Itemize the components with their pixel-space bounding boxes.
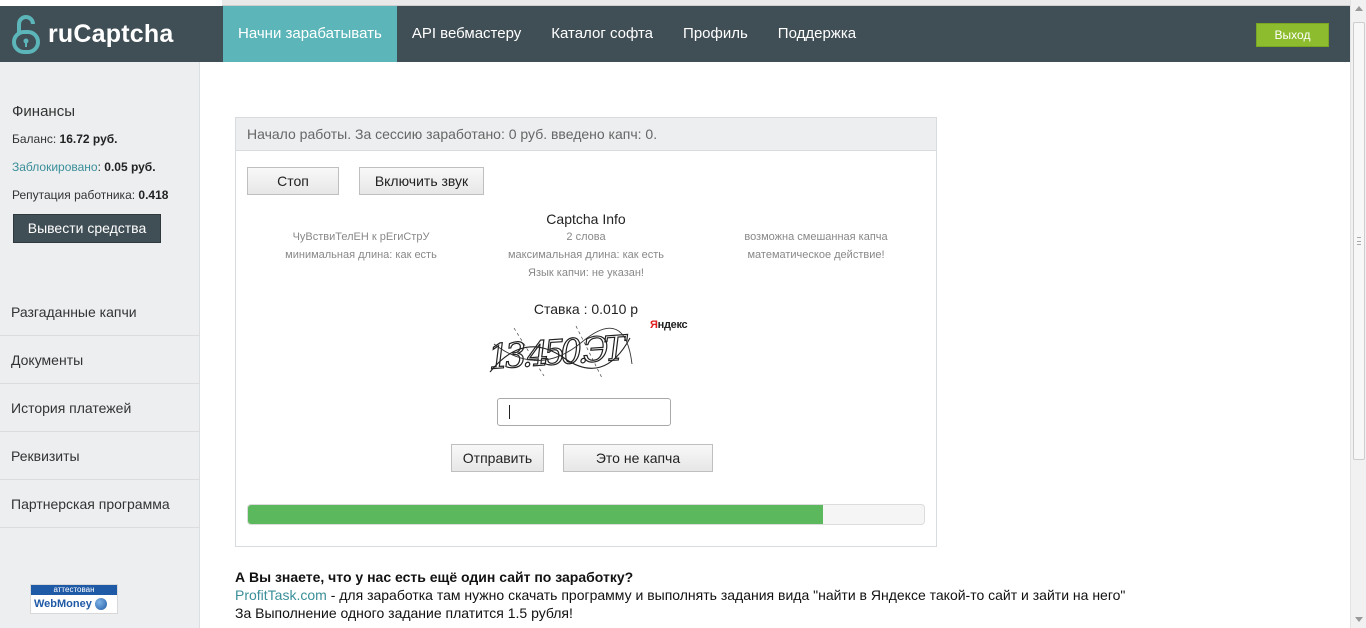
submit-button[interactable]: Отправить xyxy=(451,444,544,472)
timer-progress-fill xyxy=(248,505,823,524)
reputation-line: Репутация работника: 0.418 xyxy=(12,188,168,202)
webmoney-badge-top: аттестован xyxy=(31,585,117,595)
hints-right: возможна смешанная капча математическое … xyxy=(711,228,921,264)
sidebar-item-documents[interactable]: Документы xyxy=(0,336,200,384)
webmoney-badge[interactable]: аттестован WebMoney xyxy=(30,584,118,614)
timer-progress-bar xyxy=(247,504,925,525)
finance-title: Финансы xyxy=(12,103,75,120)
header: ruCaptcha Начни зарабатывать API вебмаст… xyxy=(0,6,1350,62)
captcha-info-title: Captcha Info xyxy=(546,211,626,227)
captcha-answer-input[interactable] xyxy=(497,398,671,426)
promo-line: ProfitTask.com - для заработка там нужно… xyxy=(235,586,1335,604)
scroll-grip-icon xyxy=(1357,237,1361,245)
hint-min-length: минимальная длина: как есть xyxy=(285,249,437,261)
sidebar-item-solved-captchas[interactable]: Разгаданные капчи xyxy=(0,288,200,336)
page-scrollbar[interactable] xyxy=(1350,0,1366,628)
sidebar-item-payment-history[interactable]: История платежей xyxy=(0,384,200,432)
hint-case-sensitive: ЧуВствиТелЕН к рЕгиСтрУ xyxy=(292,231,430,243)
nav-software-catalog[interactable]: Каталог софта xyxy=(536,6,668,62)
nav-start-earning[interactable]: Начни зарабатывать xyxy=(223,6,397,62)
logo[interactable]: ruCaptcha xyxy=(12,12,173,56)
balance-line: Баланс: 16.72 руб. xyxy=(12,132,118,146)
brand-name: ruCaptcha xyxy=(48,19,174,48)
enable-sound-button[interactable]: Включить звук xyxy=(359,167,484,195)
main-nav: Начни зарабатывать API вебмастеру Катало… xyxy=(223,6,871,62)
scroll-down-arrow-icon[interactable] xyxy=(1355,617,1363,622)
reputation-value: 0.418 xyxy=(138,188,169,202)
webmoney-badge-text: WebMoney xyxy=(34,598,92,610)
work-panel: Начало работы. За сессию заработано: 0 р… xyxy=(235,117,937,547)
reputation-label: Репутация работника: xyxy=(12,188,136,202)
hint-mixed: возможна смешанная капча xyxy=(744,231,888,243)
hint-language: Язык капчи: не указан! xyxy=(528,267,644,279)
open-padlock-icon xyxy=(12,15,40,54)
hint-two-words: 2 слова xyxy=(566,231,606,243)
captcha-image: 13.450.ЭТ xyxy=(486,325,633,378)
not-captcha-button[interactable]: Это не капча xyxy=(563,444,713,472)
session-status: Начало работы. За сессию заработано: 0 р… xyxy=(236,118,936,151)
profittask-link[interactable]: ProfitTask.com xyxy=(235,587,327,603)
stop-button[interactable]: Стоп xyxy=(247,167,339,195)
promo-text: - для заработка там нужно скачать програ… xyxy=(326,587,1126,603)
hint-math: математическое действие! xyxy=(747,249,885,261)
scroll-thumb[interactable] xyxy=(1353,22,1365,460)
sidebar-item-requisites[interactable]: Реквизиты xyxy=(0,432,200,480)
text-caret xyxy=(509,405,510,419)
rate-label: Ставка : 0.010 р xyxy=(533,301,639,317)
promo-text-2: За Выполнение одного задание платится 1.… xyxy=(235,605,573,621)
blocked-link[interactable]: Заблокировано xyxy=(12,160,98,174)
yandex-logo: Яндекс xyxy=(650,319,688,331)
sidebar: Финансы Баланс: 16.72 руб. Заблокировано… xyxy=(0,62,200,628)
balance-label: Баланс: xyxy=(12,132,57,146)
nav-api[interactable]: API вебмастеру xyxy=(397,6,536,62)
hints-left: ЧуВствиТелЕН к рЕгиСтрУ минимальная длин… xyxy=(256,228,466,264)
nav-profile[interactable]: Профиль xyxy=(668,6,763,62)
nav-support[interactable]: Поддержка xyxy=(763,6,871,62)
promo-title: А Вы знаете, что у нас есть ещё один сай… xyxy=(235,569,634,585)
hint-max-length: максимальная длина: как есть xyxy=(507,249,664,261)
sidebar-item-partner-program[interactable]: Партнерская программа xyxy=(0,480,200,528)
scroll-up-arrow-icon[interactable] xyxy=(1355,6,1363,11)
webmoney-globe-icon xyxy=(94,598,107,610)
balance-value: 16.72 руб. xyxy=(59,132,118,146)
logout-button[interactable]: Выход xyxy=(1256,23,1329,47)
withdraw-button[interactable]: Вывести средства xyxy=(13,214,161,243)
blocked-line: Заблокировано: 0.05 руб. xyxy=(12,160,156,174)
sidebar-menu: Разгаданные капчи Документы История плат… xyxy=(0,288,200,528)
promo-block: А Вы знаете, что у нас есть ещё один сай… xyxy=(235,568,1335,622)
hints-center: 2 слова максимальная длина: как есть Язы… xyxy=(481,228,691,282)
blocked-value: 0.05 руб. xyxy=(104,160,156,174)
